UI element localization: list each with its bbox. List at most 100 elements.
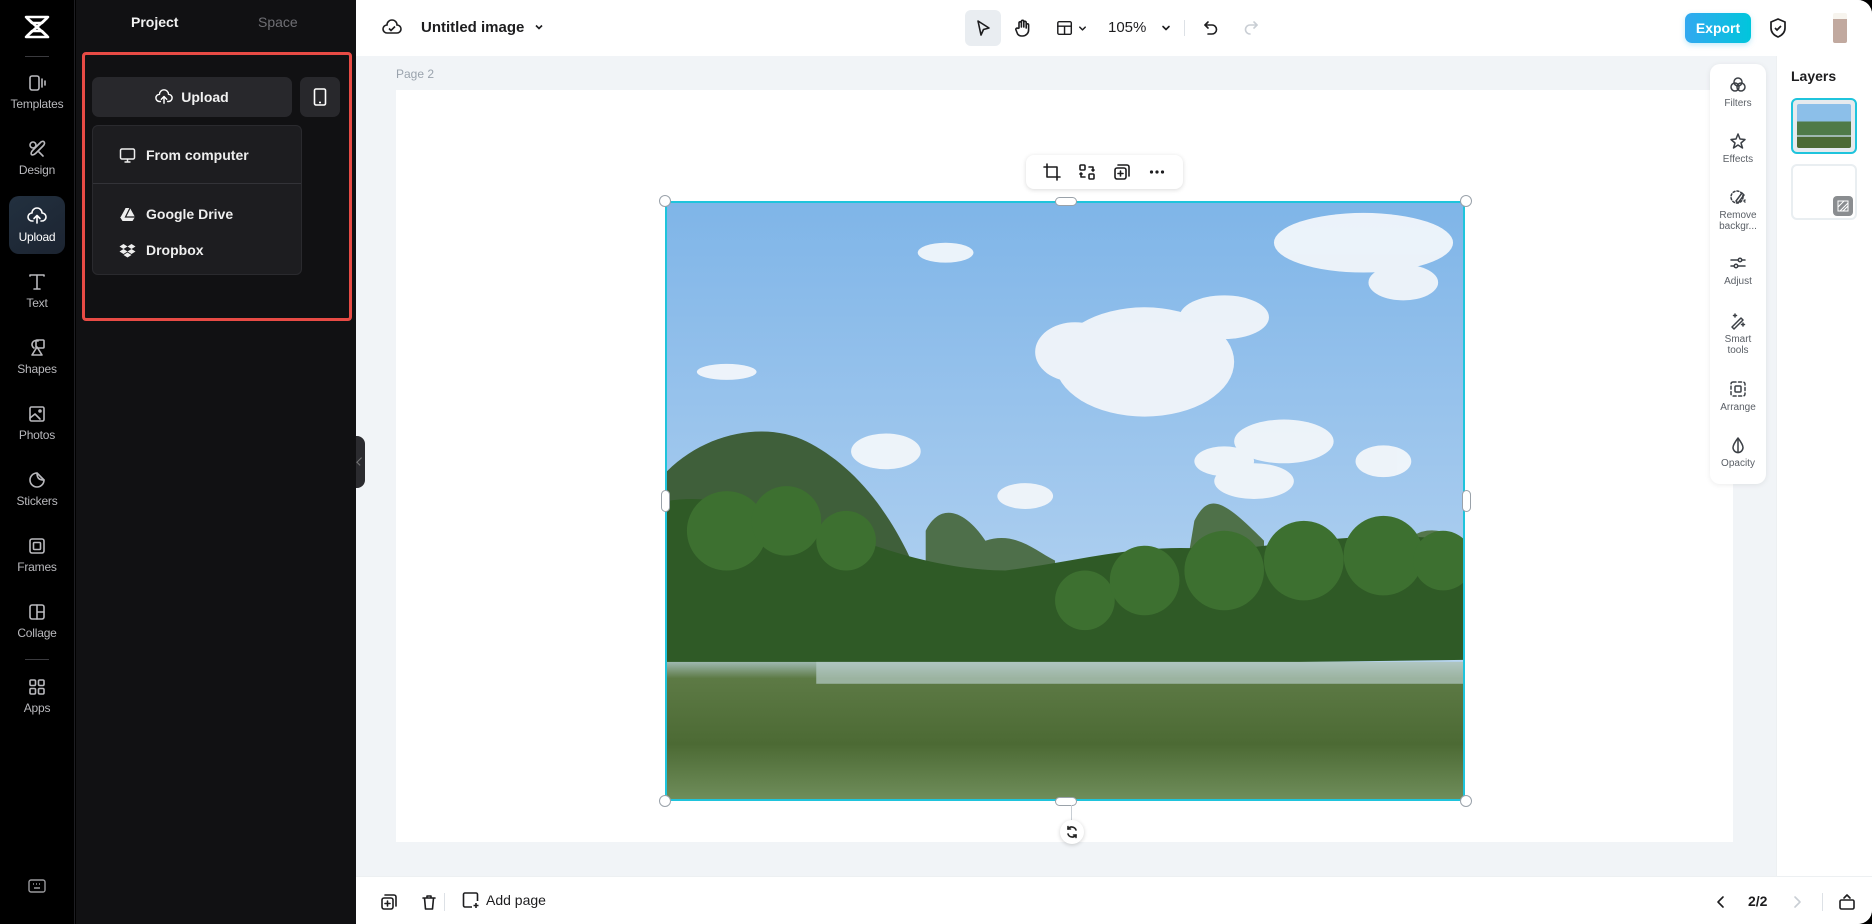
text-icon	[29, 274, 45, 290]
prop-effects[interactable]: Effects	[1710, 132, 1766, 165]
zoom-level[interactable]: 105%	[1108, 19, 1146, 36]
undo-button[interactable]	[1193, 10, 1229, 46]
redo-button[interactable]	[1233, 10, 1269, 46]
rail-item-label: Stickers	[16, 494, 58, 508]
resize-handle-right[interactable]	[1462, 490, 1471, 512]
menu-item-dropbox[interactable]: Dropbox	[93, 235, 301, 265]
resize-handle-bottom-left[interactable]	[659, 795, 671, 807]
menu-divider	[93, 183, 301, 184]
crop-icon[interactable]	[1042, 163, 1061, 181]
design-icon	[29, 140, 46, 157]
monitor-icon	[119, 147, 136, 163]
rail-item-stickers[interactable]: Stickers	[9, 460, 65, 518]
templates-icon	[29, 75, 46, 91]
export-button[interactable]: Export	[1685, 13, 1751, 43]
add-page-button[interactable]: Add page	[462, 891, 546, 909]
rail-item-label: Apps	[23, 701, 51, 715]
select-tool-button[interactable]	[965, 10, 1001, 46]
resize-handle-bottom[interactable]	[1055, 797, 1077, 806]
resize-handle-left[interactable]	[661, 490, 670, 512]
rail-item-label: Shapes	[17, 362, 57, 376]
layout-dropdown-button[interactable]	[1048, 10, 1096, 46]
document-title[interactable]: Untitled image	[421, 19, 524, 36]
layout-icon	[1057, 20, 1073, 36]
toolbar-divider	[1184, 20, 1185, 36]
rail-item-upload[interactable]: Upload	[9, 196, 65, 254]
hand-tool-button[interactable]	[1005, 10, 1041, 46]
effects-star-icon	[1730, 133, 1746, 149]
rail-item-text[interactable]: Text	[9, 262, 65, 320]
resize-handle-top[interactable]	[1055, 197, 1077, 206]
stickers-icon	[29, 472, 45, 488]
menu-item-from-computer[interactable]: From computer	[93, 140, 301, 170]
upload-panel: Project Space Upload From computer Googl…	[76, 0, 356, 924]
keyboard-shortcuts-icon[interactable]	[28, 879, 46, 893]
menu-item-label: Google Drive	[146, 206, 234, 222]
resize-handle-bottom-right[interactable]	[1460, 795, 1472, 807]
next-page-button[interactable]	[1788, 893, 1806, 911]
menu-item-label: From computer	[146, 147, 249, 163]
capcut-logo-icon[interactable]	[22, 14, 52, 40]
chevron-right-icon	[1794, 896, 1801, 908]
layer-background-thumbnail[interactable]	[1791, 164, 1857, 220]
user-avatar[interactable]	[1833, 13, 1847, 43]
page-indicator: 2/2	[1748, 893, 1768, 909]
mobile-upload-button[interactable]	[300, 77, 340, 117]
replace-icon[interactable]	[1078, 163, 1096, 181]
add-page-icon	[462, 892, 479, 908]
rail-item-design[interactable]: Design	[9, 129, 65, 187]
resize-handle-top-right[interactable]	[1460, 195, 1472, 207]
rail-item-shapes[interactable]: Shapes	[9, 328, 65, 386]
prop-smart-tools[interactable]: Smart tools	[1710, 312, 1766, 356]
pointer-icon	[977, 20, 990, 36]
upload-cloud-icon	[27, 207, 47, 224]
duplicate-page-button[interactable]	[380, 893, 398, 911]
menu-item-google-drive[interactable]: Google Drive	[93, 199, 301, 229]
bottom-bar: Add page 2/2	[356, 876, 1872, 924]
page-manager-icon	[1839, 894, 1855, 910]
selected-landscape-image[interactable]	[665, 201, 1465, 801]
rotate-handle[interactable]	[1060, 820, 1084, 844]
left-rail: Templates Design Upload Text Shapes Phot…	[0, 0, 75, 924]
mobile-upload-icon	[313, 88, 327, 106]
layer-image-thumbnail[interactable]	[1791, 98, 1857, 154]
cloud-saved-icon[interactable]	[382, 18, 402, 36]
arrange-icon	[1730, 381, 1746, 397]
shapes-icon	[31, 339, 45, 356]
undo-icon	[1204, 21, 1218, 35]
shield-check-icon[interactable]	[1768, 17, 1788, 39]
delete-page-button[interactable]	[420, 893, 438, 911]
canvas-page[interactable]	[396, 90, 1733, 844]
resize-handle-top-left[interactable]	[659, 195, 671, 207]
rail-item-collage[interactable]: Collage	[9, 592, 65, 650]
background-layer-badge-icon	[1833, 196, 1853, 216]
rail-item-apps[interactable]: Apps	[9, 667, 65, 725]
prop-label: Opacity	[1721, 458, 1755, 469]
chevron-down-icon[interactable]	[533, 21, 545, 33]
upload-button[interactable]: Upload	[92, 77, 292, 117]
rail-item-frames[interactable]: Frames	[9, 526, 65, 584]
remove-background-icon	[1730, 190, 1746, 204]
hand-icon	[1015, 19, 1030, 37]
prop-arrange[interactable]: Arrange	[1710, 380, 1766, 413]
tab-space[interactable]: Space	[258, 14, 298, 30]
rail-item-photos[interactable]: Photos	[9, 394, 65, 452]
rail-item-label: Frames	[17, 560, 57, 574]
prop-filters[interactable]: Filters	[1710, 76, 1766, 109]
collapse-panel-handle[interactable]	[356, 436, 365, 488]
add-page-label: Add page	[486, 892, 546, 908]
prop-remove-background[interactable]: Remove backgr...	[1710, 188, 1766, 232]
zoom-dropdown-button[interactable]	[1154, 10, 1178, 46]
prop-adjust[interactable]: Adjust	[1710, 254, 1766, 287]
page-manager-button[interactable]	[1838, 893, 1856, 911]
prop-label: Effects	[1722, 154, 1754, 165]
more-options-icon[interactable]	[1148, 163, 1166, 181]
top-toolbar: Untitled image 105% Export	[356, 0, 1872, 56]
tab-project[interactable]: Project	[131, 14, 178, 30]
duplicate-icon[interactable]	[1113, 163, 1131, 181]
rail-item-templates[interactable]: Templates	[9, 63, 65, 121]
previous-page-button[interactable]	[1712, 893, 1730, 911]
prop-opacity[interactable]: Opacity	[1710, 436, 1766, 469]
prop-label: Arrange	[1720, 402, 1756, 413]
canvas-area[interactable]: Page 2	[356, 56, 1776, 876]
